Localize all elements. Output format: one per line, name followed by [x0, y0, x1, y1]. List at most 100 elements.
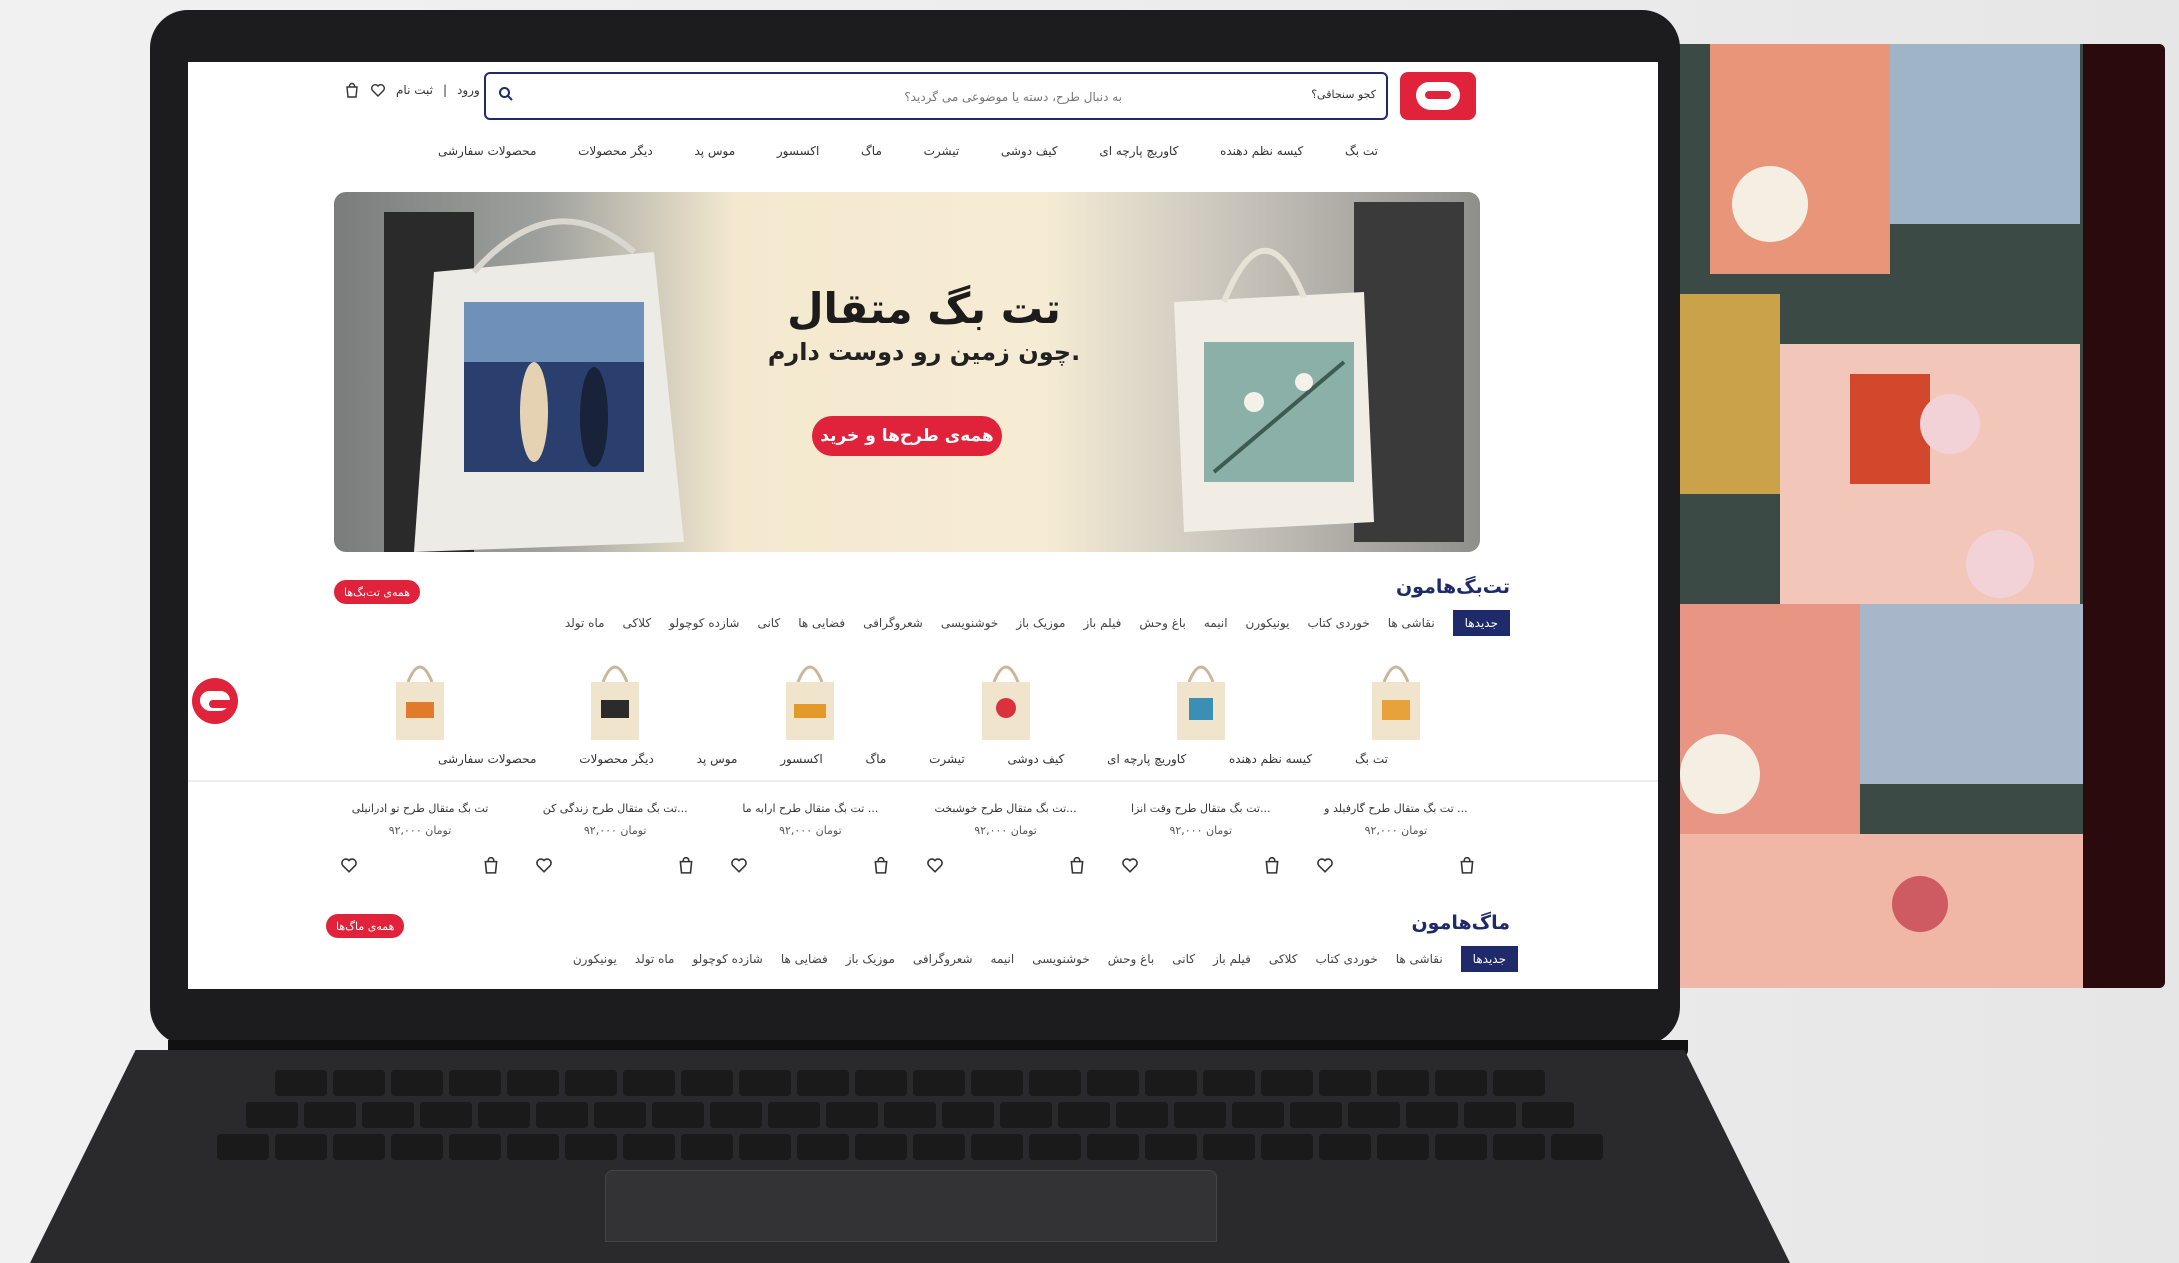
tab-poetry[interactable]: شعروگرافی	[863, 616, 923, 630]
bag-icon[interactable]	[344, 82, 360, 98]
tab-zoo[interactable]: باغ وحش	[1108, 952, 1154, 966]
tote-bag-icon	[981, 665, 1030, 740]
heart-icon[interactable]	[1316, 856, 1334, 874]
hero-banner[interactable]: تت بگ متقال چون زمین رو دوست دارم. همه‌ی…	[334, 192, 1480, 552]
product-price: ۹۲,۰۰۰ تومان	[583, 824, 647, 837]
bag-icon[interactable]	[1263, 856, 1281, 874]
tab-poetry[interactable]: شعروگرافی	[913, 952, 973, 966]
tab-film[interactable]: فیلم باز	[1213, 952, 1251, 966]
product-card[interactable]: تت بگ متقال طرح تو ادرانیلی ۹۲,۰۰۰ تومان	[328, 802, 512, 890]
tab-calligraphy[interactable]: خوشنویسی	[941, 616, 999, 630]
tab-little-prince[interactable]: شازده کوچولو	[669, 616, 739, 630]
tab-cat[interactable]: کانی	[1172, 952, 1195, 966]
product-card[interactable]: تت بگ متقال طرح زندگی کن... ۹۲,۰۰۰ تومان	[523, 802, 707, 890]
bag-icon[interactable]	[872, 856, 890, 874]
nav-item-custom[interactable]: محصولات سفارشی	[438, 144, 536, 158]
tab-birth-month[interactable]: ماه تولد	[635, 952, 675, 966]
tab-cat[interactable]: کانی	[757, 616, 780, 630]
product-card[interactable]: تت بگ متقال طرح ارابه ما ... ۹۲,۰۰۰ توما…	[718, 802, 902, 890]
subnav-item-cover[interactable]: کاوریچ پارچه ای	[1107, 752, 1186, 766]
tab-birth-month[interactable]: ماه تولد	[565, 616, 605, 630]
login-link[interactable]: ورود	[457, 83, 480, 97]
tab-paintings[interactable]: نقاشی ها	[1388, 616, 1435, 630]
tab-zoo[interactable]: باغ وحش	[1139, 616, 1185, 630]
heart-icon[interactable]	[340, 856, 358, 874]
tab-klaki[interactable]: کلاکی	[623, 616, 652, 630]
tab-anime[interactable]: انیمه	[1204, 616, 1228, 630]
heart-icon[interactable]	[370, 82, 386, 98]
nav-item-totebag[interactable]: تت بگ	[1345, 144, 1378, 158]
tab-anime[interactable]: انیمه	[991, 952, 1015, 966]
search-input[interactable]	[530, 82, 1124, 112]
nav-item-mug[interactable]: ماگ	[861, 144, 882, 158]
subnav-item-mousepad[interactable]: موس پد	[697, 752, 738, 766]
tab-little-prince[interactable]: شازده کوچولو	[692, 952, 762, 966]
product-price: ۹۲,۰۰۰ تومان	[974, 824, 1037, 837]
brand-mouth-logo-icon	[200, 691, 235, 711]
tab-space[interactable]: فضایی ها	[798, 616, 845, 630]
heart-icon[interactable]	[730, 856, 748, 874]
heart-icon[interactable]	[926, 856, 944, 874]
subnav-item-tshirt[interactable]: تیشرت	[929, 752, 965, 766]
search-bar[interactable]: کجو سنجاقی؟	[484, 72, 1388, 120]
subnav-item-shoulder-bag[interactable]: کیف دوشی	[1008, 752, 1065, 766]
bag-icon[interactable]	[1458, 856, 1476, 874]
nav-item-accessory[interactable]: اکسسور	[777, 144, 819, 158]
subnav-item-mug[interactable]: ماگ	[865, 752, 886, 766]
header-actions: ثبت نام | ورود	[344, 82, 480, 98]
product-card[interactable]: تت بگ متقال طرح گارفیلد و ... ۹۲,۰۰۰ توم…	[1304, 802, 1488, 890]
tab-klaki[interactable]: کلاکی	[1269, 952, 1298, 966]
product-price: ۹۲,۰۰۰ تومان	[1169, 824, 1233, 837]
hero-shop-button[interactable]: همه‌ی طرح‌ها و خرید	[812, 416, 1002, 456]
subnav-item-accessory[interactable]: اکسسور	[780, 752, 822, 766]
tab-film[interactable]: فیلم باز	[1083, 616, 1121, 630]
floating-support-button[interactable]	[192, 678, 238, 724]
brand-logo[interactable]	[1400, 72, 1476, 120]
nav-item-organizer[interactable]: کیسه نظم دهنده	[1220, 144, 1303, 158]
product-cards: تت بگ متقال طرح گارفیلد و ... ۹۲,۰۰۰ توم…	[328, 802, 1488, 890]
product-title: تت بگ متقال طرح گارفیلد و ...	[1324, 802, 1468, 815]
nav-item-mousepad[interactable]: موس پد	[694, 144, 735, 158]
nav-item-shoulder-bag[interactable]: کیف دوشی	[1001, 144, 1058, 158]
bag-icon[interactable]	[482, 856, 500, 874]
tote-bag-photo-left	[384, 212, 684, 552]
tab-music[interactable]: موزیک باز	[846, 952, 895, 966]
bag-icon[interactable]	[1068, 856, 1086, 874]
nav-item-other[interactable]: دیگر محصولات	[578, 144, 653, 158]
subnav-item-organizer[interactable]: کیسه نظم دهنده	[1229, 752, 1312, 766]
heart-icon[interactable]	[1121, 856, 1139, 874]
search-icon[interactable]	[498, 86, 514, 102]
tab-music[interactable]: موزیک باز	[1016, 616, 1065, 630]
subnav-item-other[interactable]: دیگر محصولات	[579, 752, 654, 766]
tab-calligraphy[interactable]: خوشنویسی	[1032, 952, 1090, 966]
tab-unicorn[interactable]: یونیکورن	[1246, 616, 1290, 630]
all-totebags-button[interactable]: همه‌ی تت‌بگ‌ها	[334, 580, 421, 604]
mugs-section-title: ماگ‌هامون	[1411, 912, 1510, 934]
product-card[interactable]: تت بگ متقال طرح خوشبخت... ۹۲,۰۰۰ تومان	[914, 802, 1098, 890]
tab-books[interactable]: خوردی کتاب	[1307, 616, 1369, 630]
nav-item-tshirt[interactable]: تیشرت	[924, 144, 960, 158]
tab-new[interactable]: جدیدها	[1460, 946, 1518, 972]
tab-paintings[interactable]: نقاشی ها	[1396, 952, 1443, 966]
product-price: ۹۲,۰۰۰ تومان	[779, 824, 842, 837]
tab-new[interactable]: جدیدها	[1452, 610, 1510, 636]
register-link[interactable]: ثبت نام	[396, 83, 433, 97]
sticky-sub-nav: تت بگ کیسه نظم دهنده کاوریچ پارچه ای کیف…	[438, 752, 1388, 766]
subnav-item-totebag[interactable]: تت بگ	[1355, 752, 1388, 766]
nav-item-cover[interactable]: کاوریچ پارچه ای	[1099, 144, 1178, 158]
product-title: تت بگ متقال طرح زندگی کن...	[542, 802, 688, 815]
product-card[interactable]: تت بگ متقال طرح وقت انزا... ۹۲,۰۰۰ تومان	[1109, 802, 1293, 890]
subnav-item-custom[interactable]: محصولات سفارشی	[438, 752, 536, 766]
tote-bag-icon	[591, 665, 640, 740]
tab-unicorn[interactable]: یونیکورن	[573, 952, 617, 966]
product-price: ۹۲,۰۰۰ تومان	[388, 824, 452, 837]
divider	[188, 780, 1658, 782]
totebag-category-tabs: جدیدها نقاشی ها خوردی کتاب یونیکورن انیم…	[565, 610, 1510, 636]
laptop-touchpad	[605, 1170, 1217, 1242]
all-mugs-button[interactable]: همه‌ی ماگ‌ها	[326, 914, 405, 938]
bag-icon[interactable]	[677, 856, 695, 874]
tab-space[interactable]: فضایی ها	[781, 952, 828, 966]
tab-books[interactable]: خوردی کتاب	[1315, 952, 1377, 966]
search-hint: کجو سنجاقی؟	[1311, 88, 1376, 101]
heart-icon[interactable]	[535, 856, 553, 874]
